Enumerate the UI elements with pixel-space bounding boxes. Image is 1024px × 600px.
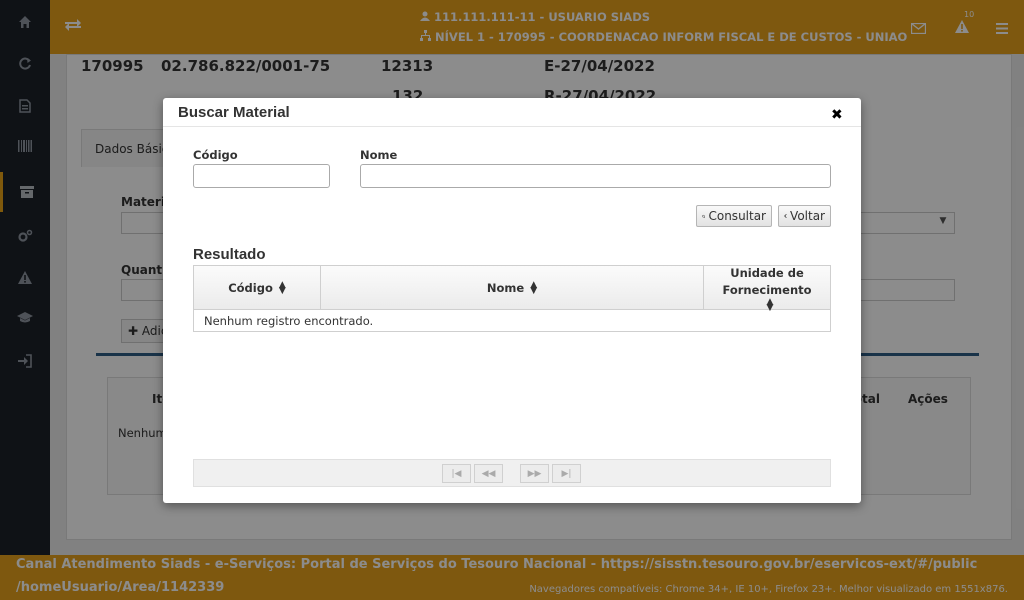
consultar-button[interactable]: Consultar: [696, 205, 772, 227]
col-nome-label: Nome: [486, 280, 525, 295]
voltar-label: Voltar: [790, 209, 825, 223]
col-nome-header[interactable]: Nome ▲ ▼: [321, 266, 704, 309]
sort-icon: ▲ ▼: [766, 296, 774, 313]
dialog-header: Buscar Material ✖: [163, 98, 861, 127]
col-unidade-header[interactable]: Unidade de Fornecimento ▲ ▼: [704, 265, 830, 313]
codigo-input[interactable]: [193, 164, 330, 188]
search-icon: [702, 214, 706, 218]
dialog-title: Buscar Material: [178, 104, 290, 121]
codigo-label: Código: [193, 148, 238, 162]
voltar-button[interactable]: Voltar: [778, 205, 831, 227]
table-header: Código ▲ ▼ Nome ▲ ▼ Unidade de Forneciment…: [193, 265, 831, 313]
table-empty-row: Nenhum registro encontrado.: [193, 310, 831, 332]
sort-icon: ▲ ▼: [278, 279, 286, 296]
modal-backdrop-footer[interactable]: [0, 555, 1024, 600]
prev-page-button[interactable]: ◀◀: [474, 464, 503, 483]
col-codigo-header[interactable]: Código ▲ ▼: [194, 266, 321, 309]
first-page-button[interactable]: |◀: [442, 464, 471, 483]
empty-message: Nenhum registro encontrado.: [204, 314, 374, 328]
nome-label: Nome: [360, 148, 398, 162]
result-title: Resultado: [193, 246, 266, 263]
chevron-left-icon: [784, 213, 787, 219]
close-icon[interactable]: ✖: [831, 108, 843, 122]
sort-icon: ▲ ▼: [530, 279, 538, 296]
consultar-label: Consultar: [708, 209, 766, 223]
col-unidade-label: Unidade de Fornecimento: [722, 265, 812, 297]
buscar-material-dialog: Buscar Material ✖ Código Nome Consultar …: [163, 98, 861, 503]
next-page-button[interactable]: ▶▶: [520, 464, 549, 483]
last-page-button[interactable]: ▶|: [552, 464, 581, 483]
col-codigo-label: Código: [228, 280, 273, 295]
nome-input[interactable]: [360, 164, 831, 188]
paginator: |◀ ◀◀ ▶▶ ▶|: [193, 459, 831, 487]
